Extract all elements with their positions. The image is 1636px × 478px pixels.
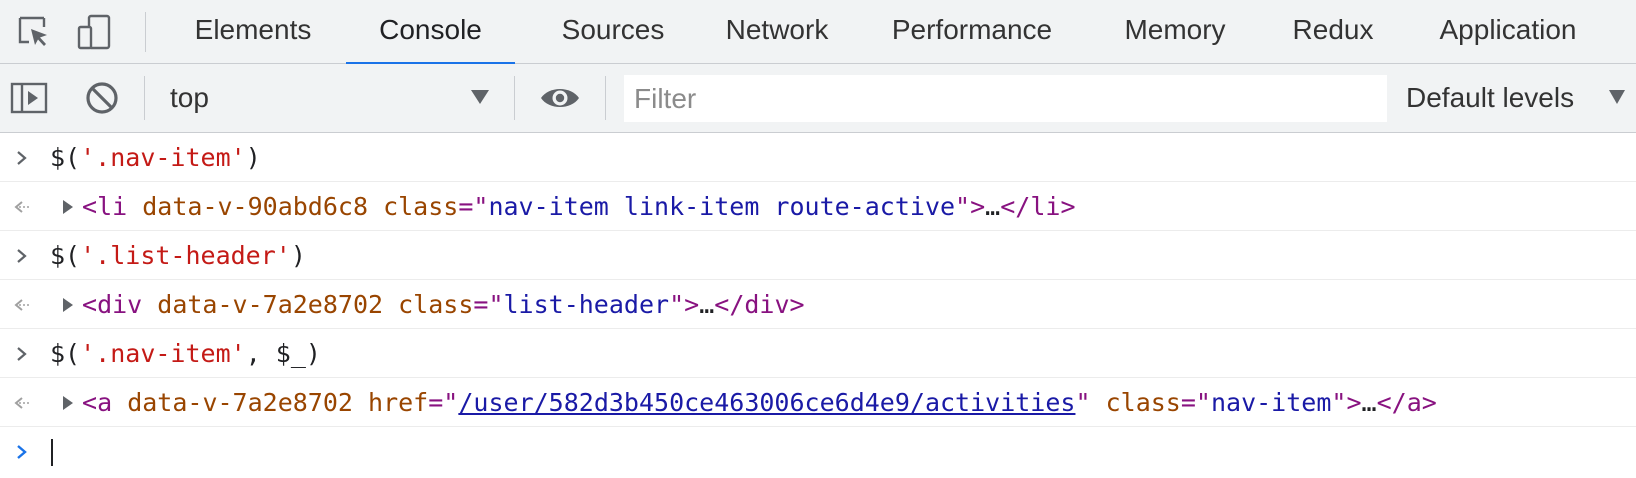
filter-input[interactable] <box>624 75 1387 122</box>
log-levels-label: Default levels <box>1406 82 1575 113</box>
console-input-entry: $('.nav-item') <box>0 133 1636 182</box>
clear-console-icon[interactable] <box>80 76 124 120</box>
console-result-entry: <li data-v-90abd6c8 class="nav-item link… <box>0 182 1636 231</box>
result-arrow-icon <box>12 378 32 427</box>
inspect-element-icon[interactable] <box>14 12 54 52</box>
devtools-tab-bar: Elements Console Sources Network Perform… <box>0 0 1636 65</box>
console-result-entry: <div data-v-7a2e8702 class="list-header"… <box>0 280 1636 329</box>
context-value: top <box>170 82 209 113</box>
tab-redux[interactable]: Redux <box>1285 0 1381 64</box>
log-levels-dropdown[interactable]: Default levels <box>1406 74 1626 122</box>
dropdown-arrow-icon <box>470 88 490 111</box>
input-prompt-icon <box>12 133 32 182</box>
show-sidebar-icon[interactable] <box>8 76 52 120</box>
tab-console[interactable]: Console <box>346 0 515 65</box>
href-link[interactable]: /user/582d3b450ce463006ce6d4e9/activitie… <box>458 388 1075 417</box>
execution-context-select[interactable]: top <box>168 74 494 122</box>
dom-node-result[interactable]: <a data-v-7a2e8702 href="/user/582d3b450… <box>82 378 1437 427</box>
input-prompt-icon <box>12 329 32 378</box>
tab-bar-divider <box>145 12 146 52</box>
toolbar-divider <box>605 76 606 120</box>
expand-triangle-icon[interactable] <box>62 395 74 416</box>
tab-elements[interactable]: Elements <box>188 0 318 64</box>
console-result-entry: <a data-v-7a2e8702 href="/user/582d3b450… <box>0 378 1636 427</box>
result-arrow-icon <box>12 182 32 231</box>
live-expression-eye-icon[interactable] <box>538 76 582 120</box>
tab-application[interactable]: Application <box>1428 0 1588 64</box>
console-input-entry: $('.nav-item', $_) <box>0 329 1636 378</box>
result-arrow-icon <box>12 280 32 329</box>
devtools-window: Elements Console Sources Network Perform… <box>0 0 1636 478</box>
expand-triangle-icon[interactable] <box>62 199 74 220</box>
tab-performance[interactable]: Performance <box>883 0 1061 64</box>
device-toolbar-icon[interactable] <box>74 12 114 52</box>
console-toolbar: top Default levels <box>0 64 1636 133</box>
console-command[interactable]: $('.nav-item', $_) <box>50 329 321 378</box>
console-messages: $('.nav-item') <li data-v-90abd6c8 class… <box>0 133 1636 478</box>
dom-node-result[interactable]: <li data-v-90abd6c8 class="nav-item link… <box>82 182 1076 231</box>
console-command[interactable]: $('.list-header') <box>50 231 306 280</box>
toolbar-divider <box>144 76 145 120</box>
toolbar-divider <box>514 76 515 120</box>
tab-sources[interactable]: Sources <box>540 0 686 64</box>
prompt-chevron-icon <box>12 427 32 476</box>
dom-node-result[interactable]: <div data-v-7a2e8702 class="list-header"… <box>82 280 805 329</box>
tab-network[interactable]: Network <box>710 0 844 64</box>
text-caret <box>51 439 53 466</box>
input-prompt-icon <box>12 231 32 280</box>
dropdown-arrow-icon <box>1608 88 1626 111</box>
console-command[interactable]: $('.nav-item') <box>50 133 261 182</box>
console-prompt[interactable] <box>0 427 1636 476</box>
expand-triangle-icon[interactable] <box>62 297 74 318</box>
tab-memory[interactable]: Memory <box>1118 0 1232 64</box>
console-input-entry: $('.list-header') <box>0 231 1636 280</box>
